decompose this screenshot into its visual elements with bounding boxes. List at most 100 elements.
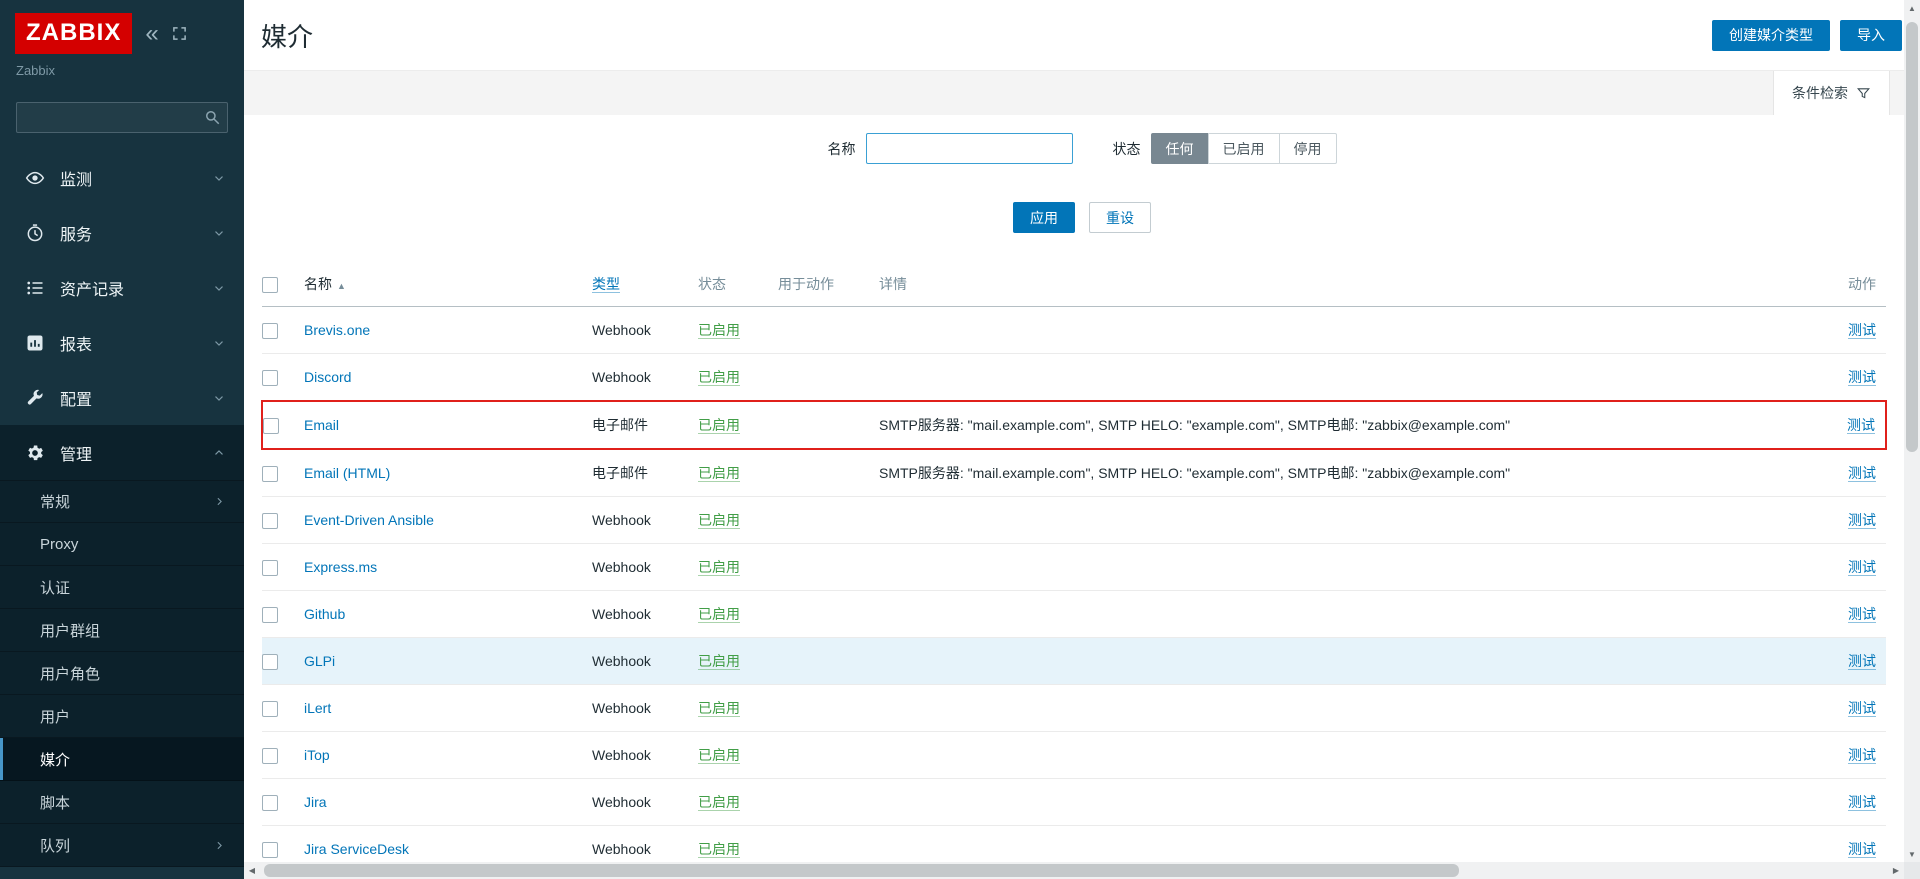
row-checkbox[interactable]	[262, 842, 278, 858]
column-header-type[interactable]: 类型	[592, 276, 620, 293]
media-type-name-link[interactable]: Express.ms	[304, 559, 377, 575]
test-link[interactable]: 测试	[1848, 747, 1876, 764]
sidebar-search-input[interactable]	[16, 102, 228, 133]
test-link[interactable]: 测试	[1848, 465, 1876, 482]
select-all-checkbox[interactable]	[262, 277, 278, 293]
sidebar-item-inventory[interactable]: 资产记录	[0, 260, 244, 315]
test-link[interactable]: 测试	[1848, 322, 1876, 339]
column-header-name[interactable]: 名称▲	[304, 276, 346, 292]
row-checkbox[interactable]	[262, 370, 278, 386]
media-type-name-link[interactable]: Jira ServiceDesk	[304, 841, 409, 857]
row-checkbox[interactable]	[263, 418, 279, 434]
media-type-status-link[interactable]: 已启用	[698, 369, 740, 386]
scroll-up-icon[interactable]: ▲	[1904, 0, 1920, 16]
test-link[interactable]: 测试	[1847, 417, 1875, 434]
import-button[interactable]: 导入	[1840, 20, 1902, 51]
main-menu: 监测服务资产记录报表配置管理常规Proxy认证用户群组用户角色用户媒介脚本队列	[0, 150, 244, 867]
sidebar-item-label: 管理	[60, 441, 92, 465]
media-type-status-link[interactable]: 已启用	[698, 794, 740, 811]
sidebar-subitem-media-types[interactable]: 媒介	[0, 738, 244, 781]
vertical-scrollbar[interactable]: ▲ ▼	[1904, 0, 1920, 862]
media-type-name-link[interactable]: iLert	[304, 700, 331, 716]
sidebar-item-label: 报表	[60, 331, 92, 355]
media-type-name-link[interactable]: Github	[304, 606, 345, 622]
sidebar-subitem-user-groups[interactable]: 用户群组	[0, 609, 244, 652]
zabbix-logo[interactable]: ZABBIX	[15, 13, 132, 54]
sidebar-subitem-proxy[interactable]: Proxy	[0, 523, 244, 566]
sidebar-item-services[interactable]: 服务	[0, 205, 244, 260]
sidebar-subitem-users[interactable]: 用户	[0, 695, 244, 738]
row-checkbox[interactable]	[262, 795, 278, 811]
media-type-name-link[interactable]: Jira	[304, 794, 327, 810]
row-checkbox[interactable]	[262, 607, 278, 623]
chart-icon	[25, 333, 45, 353]
sidebar-item-configuration[interactable]: 配置	[0, 370, 244, 425]
status-option-停用[interactable]: 停用	[1279, 133, 1337, 164]
scrollbar-corner	[1904, 862, 1920, 879]
test-link[interactable]: 测试	[1848, 794, 1876, 811]
apply-button[interactable]: 应用	[1013, 202, 1075, 233]
scroll-left-icon[interactable]: ◀	[244, 863, 260, 879]
media-type-status-link[interactable]: 已启用	[698, 322, 740, 339]
media-type-name-link[interactable]: Email (HTML)	[304, 465, 390, 481]
media-type-status-link[interactable]: 已启用	[698, 841, 740, 858]
test-link[interactable]: 测试	[1848, 700, 1876, 717]
media-type-name-link[interactable]: Brevis.one	[304, 322, 370, 338]
test-link[interactable]: 测试	[1848, 369, 1876, 386]
media-type-status-link[interactable]: 已启用	[698, 606, 740, 623]
media-type-name-link[interactable]: Email	[304, 417, 339, 433]
row-checkbox[interactable]	[262, 560, 278, 576]
test-link[interactable]: 测试	[1848, 512, 1876, 529]
page-header: 媒介 创建媒介类型 导入	[244, 0, 1920, 70]
media-type-status-link[interactable]: 已启用	[698, 653, 740, 670]
sidebar-subitem-general[interactable]: 常规	[0, 480, 244, 523]
filter-fields: 名称 状态 任何已启用停用	[244, 133, 1920, 164]
media-type-details: SMTP服务器: "mail.example.com", SMTP HELO: …	[879, 449, 1806, 497]
row-checkbox[interactable]	[262, 513, 278, 529]
media-type-status-link[interactable]: 已启用	[698, 465, 740, 482]
filter-tab[interactable]: 条件检索	[1773, 71, 1890, 115]
row-checkbox[interactable]	[262, 323, 278, 339]
sidebar-item-monitoring[interactable]: 监测	[0, 150, 244, 205]
test-link[interactable]: 测试	[1848, 606, 1876, 623]
filter-name-input[interactable]	[866, 133, 1073, 164]
sidebar-item-reports[interactable]: 报表	[0, 315, 244, 370]
sidebar-subitem-authentication[interactable]: 认证	[0, 566, 244, 609]
test-link[interactable]: 测试	[1848, 841, 1876, 858]
sidebar-subitem-queue[interactable]: 队列	[0, 824, 244, 867]
horizontal-scrollbar[interactable]: ◀ ▶	[244, 862, 1904, 879]
expand-window-icon[interactable]	[172, 26, 187, 41]
media-type-name-link[interactable]: Discord	[304, 369, 351, 385]
sidebar-subitem-scripts[interactable]: 脚本	[0, 781, 244, 824]
submenu-item-label: 用户群组	[40, 620, 100, 641]
media-type-status-link[interactable]: 已启用	[698, 700, 740, 717]
submenu-item-label: 队列	[40, 835, 70, 856]
status-option-已启用[interactable]: 已启用	[1208, 133, 1280, 164]
media-type-name-link[interactable]: GLPi	[304, 653, 335, 669]
column-header-status: 状态	[698, 261, 778, 307]
status-option-任何[interactable]: 任何	[1151, 133, 1209, 164]
media-type-status-link[interactable]: 已启用	[698, 747, 740, 764]
media-type-status-link[interactable]: 已启用	[698, 559, 740, 576]
create-media-type-button[interactable]: 创建媒介类型	[1712, 20, 1830, 51]
row-checkbox[interactable]	[262, 701, 278, 717]
sidebar-subitem-user-roles[interactable]: 用户角色	[0, 652, 244, 695]
horizontal-scrollbar-thumb[interactable]	[264, 864, 1459, 877]
table-row: iTopWebhook已启用测试	[262, 732, 1886, 779]
reset-button[interactable]: 重设	[1089, 202, 1151, 233]
row-checkbox[interactable]	[262, 654, 278, 670]
search-icon[interactable]	[203, 108, 221, 131]
vertical-scrollbar-thumb[interactable]	[1906, 22, 1918, 452]
media-type-name-link[interactable]: Event-Driven Ansible	[304, 512, 434, 528]
media-type-status-link[interactable]: 已启用	[698, 512, 740, 529]
row-checkbox[interactable]	[262, 748, 278, 764]
media-type-name-link[interactable]: iTop	[304, 747, 330, 763]
test-link[interactable]: 测试	[1848, 653, 1876, 670]
collapse-sidebar-icon[interactable]: «	[145, 22, 158, 46]
media-type-status-link[interactable]: 已启用	[698, 417, 740, 434]
test-link[interactable]: 测试	[1848, 559, 1876, 576]
sidebar-item-administration[interactable]: 管理	[0, 425, 244, 480]
row-checkbox[interactable]	[262, 466, 278, 482]
scroll-down-icon[interactable]: ▼	[1904, 846, 1920, 862]
scroll-right-icon[interactable]: ▶	[1888, 863, 1904, 879]
